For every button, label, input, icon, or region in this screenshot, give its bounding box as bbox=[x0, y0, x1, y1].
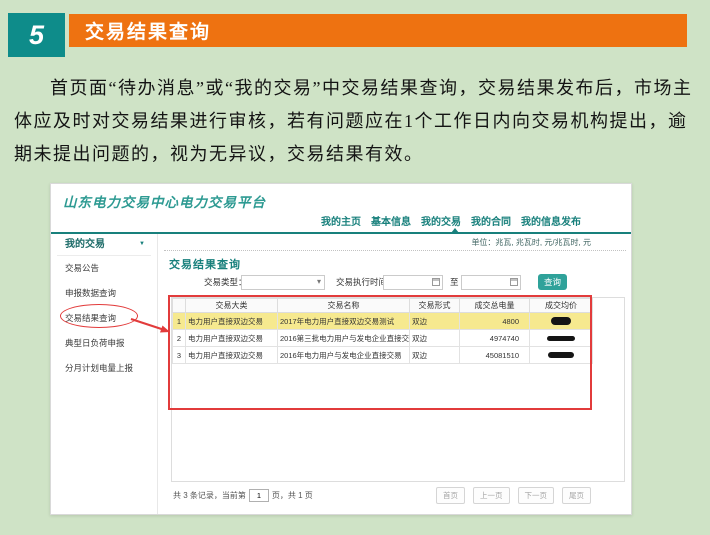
to-label: 至 bbox=[450, 274, 459, 290]
table-row[interactable]: 2 电力用户直接双边交易 2016第三批电力用户与发电企业直接交易 双边 497… bbox=[173, 330, 593, 347]
prev-page-button[interactable]: 上一页 bbox=[473, 487, 510, 504]
query-form: 交易类型： ▾ 交易执行时间： 至 查询 bbox=[171, 274, 625, 292]
pagination-buttons: 首页 上一页 下一页 尾页 bbox=[436, 487, 591, 504]
chevron-down-icon: ▾ bbox=[317, 277, 321, 286]
slide-number-box: 5 bbox=[8, 13, 65, 57]
slide: 5 交易结果查询 首页面“待办消息”或“我的交易”中交易结果查询，交易结果发布后… bbox=[0, 0, 710, 535]
trade-type-select[interactable]: ▾ bbox=[241, 275, 325, 290]
sidebar-item-trade-announcement[interactable]: 交易公告 bbox=[51, 256, 157, 281]
nav-item-my-contracts[interactable]: 我的合同 bbox=[471, 216, 511, 229]
sidebar: 我的交易 ▼ 交易公告 申报数据查询 交易结果查询 典型日负荷申报 分月计划电量… bbox=[51, 234, 158, 514]
col-header-form: 交易形式 bbox=[410, 299, 460, 313]
platform-title: 山东电力交易中心电力交易平台 bbox=[63, 191, 266, 211]
content-dotted-divider bbox=[164, 250, 626, 251]
sidebar-item-monthly-plan-upload[interactable]: 分月计划电量上报 bbox=[51, 356, 157, 381]
table-header-row: 交易大类 交易名称 交易形式 成交总电量 成交均价 bbox=[173, 299, 593, 313]
col-header-index bbox=[173, 299, 186, 313]
top-nav: 我的主页 基本信息 我的交易 我的合同 我的信息发布 bbox=[321, 216, 581, 229]
sidebar-item-declared-data-query[interactable]: 申报数据查询 bbox=[51, 281, 157, 306]
next-page-button[interactable]: 下一页 bbox=[518, 487, 555, 504]
results-container: 交易大类 交易名称 交易形式 成交总电量 成交均价 1 电力用户直接双边交易 2… bbox=[171, 297, 625, 482]
nav-item-my-info[interactable]: 我的信息发布 bbox=[521, 216, 581, 229]
exec-time-start-input[interactable] bbox=[383, 275, 443, 290]
unit-note: 单位：兆瓦, 兆瓦时, 元/兆瓦时, 元 bbox=[471, 237, 591, 248]
pagination-summary: 共 3 条记录，当前第 页，共 1 页 bbox=[173, 489, 313, 502]
caret-down-icon: ▼ bbox=[139, 234, 145, 255]
slide-title-bar: 交易结果查询 bbox=[69, 14, 687, 47]
app-screenshot-panel: 山东电力交易中心电力交易平台 我的主页 基本信息 我的交易 我的合同 我的信息发… bbox=[50, 183, 632, 515]
exec-time-end-input[interactable] bbox=[461, 275, 521, 290]
redaction-mark bbox=[551, 317, 571, 325]
nav-item-my-trades[interactable]: 我的交易 bbox=[421, 216, 461, 229]
table-row[interactable]: 1 电力用户直接双边交易 2017年电力用户直接双边交易测试 双边 4800 bbox=[173, 313, 593, 330]
trade-name-link[interactable]: 2016年电力用户与发电企业直接交易 bbox=[278, 347, 410, 364]
redaction-mark bbox=[548, 352, 574, 358]
col-header-volume: 成交总电量 bbox=[460, 299, 530, 313]
results-table: 交易大类 交易名称 交易形式 成交总电量 成交均价 1 电力用户直接双边交易 2… bbox=[172, 298, 593, 364]
table-row[interactable]: 3 电力用户直接双边交易 2016年电力用户与发电企业直接交易 双边 45081… bbox=[173, 347, 593, 364]
slide-title: 交易结果查询 bbox=[85, 17, 211, 44]
col-header-price: 成交均价 bbox=[530, 299, 593, 313]
pagination-bar: 共 3 条记录，当前第 页，共 1 页 首页 上一页 下一页 尾页 bbox=[173, 487, 591, 503]
nav-item-basic-info[interactable]: 基本信息 bbox=[371, 216, 411, 229]
slide-number: 5 bbox=[29, 20, 44, 51]
slide-body-text: 首页面“待办消息”或“我的交易”中交易结果查询，交易结果发布后，市场主体应及时对… bbox=[14, 72, 698, 170]
sidebar-header-my-trades[interactable]: 我的交易 ▼ bbox=[51, 234, 157, 255]
col-header-name: 交易名称 bbox=[278, 299, 410, 313]
sidebar-item-typical-day-load[interactable]: 典型日负荷申报 bbox=[51, 331, 157, 356]
last-page-button[interactable]: 尾页 bbox=[562, 487, 591, 504]
nav-item-home[interactable]: 我的主页 bbox=[321, 216, 361, 229]
first-page-button[interactable]: 首页 bbox=[436, 487, 465, 504]
trade-name-link[interactable]: 2017年电力用户直接双边交易测试 bbox=[278, 313, 410, 330]
content-title: 交易结果查询 bbox=[169, 256, 241, 272]
col-header-category: 交易大类 bbox=[186, 299, 278, 313]
calendar-icon[interactable] bbox=[510, 278, 518, 286]
query-button[interactable]: 查询 bbox=[538, 274, 567, 290]
redaction-mark bbox=[547, 336, 575, 341]
sidebar-item-trade-result-query[interactable]: 交易结果查询 bbox=[51, 306, 157, 331]
trade-name-link[interactable]: 2016第三批电力用户与发电企业直接交易 bbox=[278, 330, 410, 347]
calendar-icon[interactable] bbox=[432, 278, 440, 286]
page-number-input[interactable] bbox=[249, 489, 269, 502]
